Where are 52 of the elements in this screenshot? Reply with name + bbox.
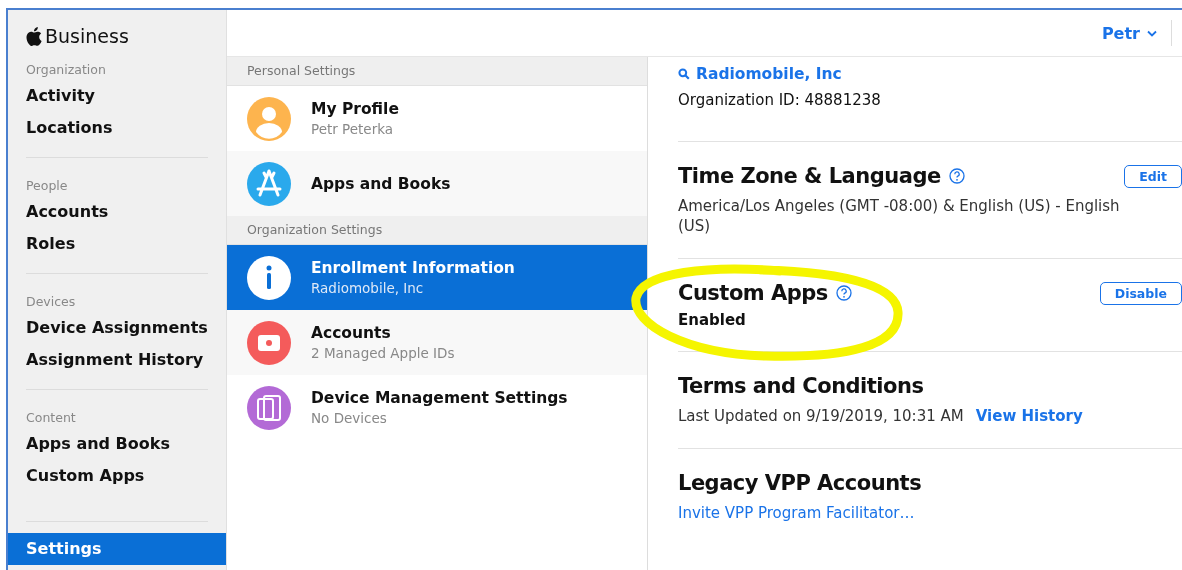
person-icon [247,96,291,141]
link[interactable]: View History [975,406,1083,426]
row-title: Apps and Books [311,174,451,193]
section-text: America/Los Angeles (GMT -08:00) & English (US) - English (US) [678,196,1121,236]
search-icon [678,68,690,80]
sidebar-item[interactable]: Apps and Books [26,428,208,460]
section-label: Content [26,409,77,427]
section-button[interactable]: Disable [1099,281,1182,305]
row-subtitle: No Devices [311,410,388,426]
organization-id: Organization ID: 48881238 [678,91,882,109]
settings-row[interactable]: Apps and Books [227,151,647,216]
help-icon[interactable] [835,285,852,301]
row-subtitle: Petr Peterka [311,121,395,137]
section-title: Terms and Conditions [678,374,924,398]
organization-name[interactable]: Radiomobile, Inc [696,65,842,83]
id-card-icon [247,320,291,365]
row-subtitle: 2 Managed Apple IDs [311,345,455,361]
chevron-down-icon [1147,29,1157,37]
section-title: Time Zone & Language [678,164,941,188]
section-label: People [26,177,69,195]
group-header: Organization Settings [227,216,647,245]
row-title: Enrollment Information [311,259,515,277]
tablet-icon [247,385,291,430]
sidebar-item[interactable]: Activity [26,80,208,112]
section-button[interactable]: Edit [1124,164,1182,188]
app-store-icon [247,161,291,206]
section-title: Custom Apps [678,281,828,305]
sidebar-item[interactable]: Custom Apps [26,460,208,492]
account-menu[interactable]: Petr [1101,21,1157,45]
section-label: Devices [26,293,77,311]
brand-name: Business [45,25,129,47]
section-text: Last Updated on 9/19/2019, 10:31 AM [678,406,964,426]
sidebar-item[interactable]: Settings [8,533,226,565]
row-title: Device Management Settings [311,389,568,407]
sidebar-item[interactable]: Locations [26,112,208,144]
link[interactable]: Invite VPP Program Facilitator… [678,503,915,523]
info-icon [247,255,291,300]
sidebar-item[interactable]: Accounts [26,196,208,228]
sidebar-item[interactable]: Device Assignments [26,312,208,344]
section-title: Legacy VPP Accounts [678,471,922,495]
settings-row[interactable]: Accounts 2 Managed Apple IDs [227,310,647,375]
section-label: Organization [26,61,107,79]
help-icon[interactable] [948,168,965,184]
sidebar-item[interactable]: Roles [26,228,208,260]
group-header: Personal Settings [227,57,647,86]
status-text: Enabled [678,311,747,329]
sidebar-item[interactable]: Assignment History [26,344,208,376]
settings-row[interactable]: Enrollment Information Radiomobile, Inc [227,245,647,310]
row-title: My Profile [311,100,399,118]
row-title: Accounts [311,324,392,342]
row-subtitle: Radiomobile, Inc [311,280,425,296]
apple-logo-icon [26,26,42,46]
